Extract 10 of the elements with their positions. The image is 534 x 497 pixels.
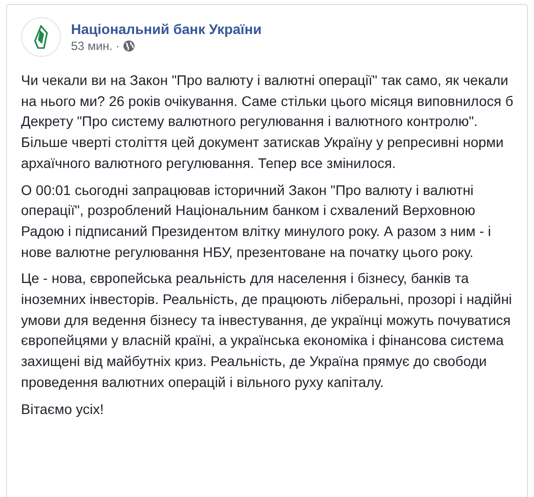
page-avatar[interactable] (21, 17, 61, 57)
separator-dot: · (116, 38, 120, 54)
post-time[interactable]: 53 мин. (71, 38, 113, 54)
page-name[interactable]: Національний банк України (71, 20, 262, 38)
post-paragraph: Це - нова, європейська реальність для населення і бізнесу, банків та іноземних інвесторів. Реальність, де працюють ліберальні, прозорі і надійні умови для ведення бізнесу та інвестування, де українці можуть почуватися європейцями у власній країні, а українська економіка і фінансова система захищені від майбутніх криз. Реальність, де Україна прямує до свободи проведення валютних операцій і вільного руху капіталу. (21, 269, 513, 392)
post-paragraph: Чи чекали ви на Закон "Про валюту і валютні операції" так само, як чекали на нього ми? 26 років очікування. Саме стільки цього місяця виповнилося б Декрету "Про систему валютного регулювання і валютного контролю". Більше чверті століття цей документ затискав Україну у репресивні норми архаїчного валютного регулювання. Тепер все змінилося. (21, 71, 514, 173)
post-paragraph: О 00:01 сьогодні запрацював історичний Закон "Про валюту і валютні операції", розроблений Національним банком і схвалений Верховною Радою і підписаний Президентом влітку минулого року. А разом з ним - і нове валютне регулювання НБУ, презентоване на початку цього року. (21, 180, 492, 262)
emblem-icon (34, 25, 48, 49)
post-paragraph: Вітаємо усіх! (21, 400, 105, 419)
globe-icon (122, 40, 135, 52)
